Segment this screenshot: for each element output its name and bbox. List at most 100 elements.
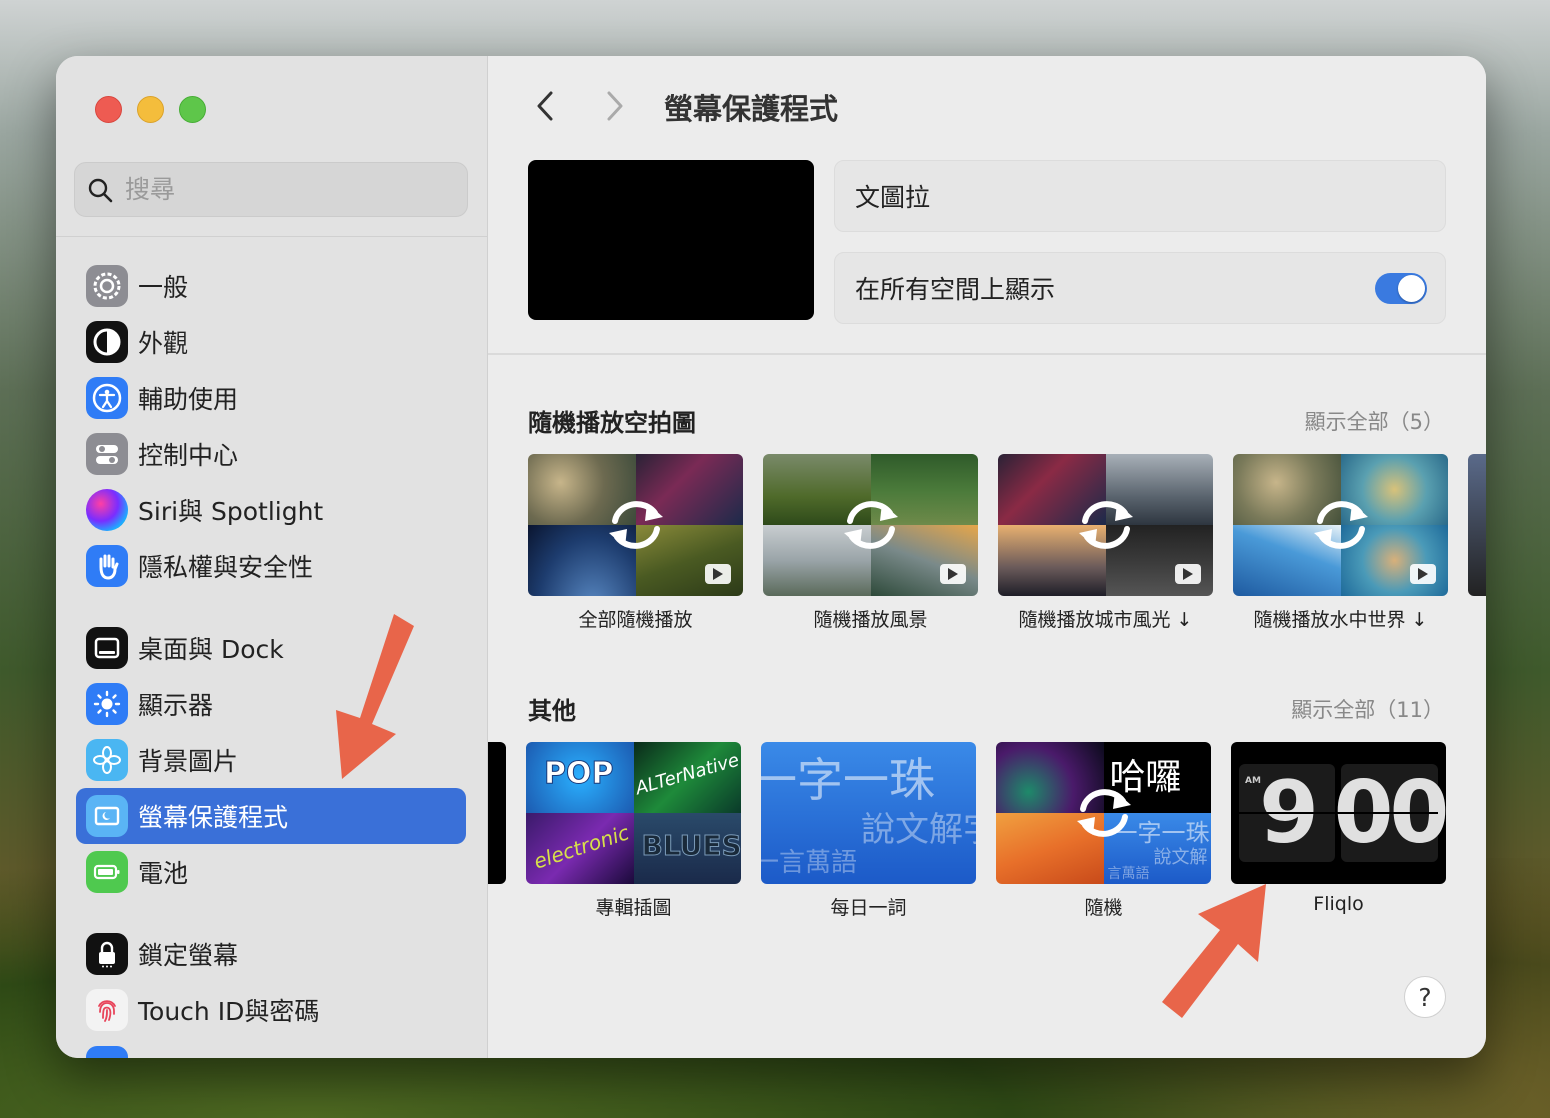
play-icon [1175,564,1201,584]
show-all-aerials-link[interactable]: 顯示全部（5） [1305,406,1444,436]
sidebar-item-label: 控制中心 [138,441,239,470]
sidebar-item-label: 隱私權與安全性 [138,553,314,582]
display-brightness-icon [86,683,128,725]
show-all-spaces-toggle[interactable] [1375,273,1427,304]
zoom-button[interactable] [179,96,206,123]
sidebar-item-label: 一般 [138,273,189,302]
main-divider [488,353,1486,355]
word-of-day-sub: 說文解字 [861,810,976,850]
aerial-shuffle-landscape-label: 隨機播放風景 [813,609,928,631]
other-prev-thumbnail-partial[interactable] [488,742,506,884]
selected-screensaver-name: 文圖拉 [855,183,931,212]
album-artwork-thumbnail[interactable]: POP ALTerNative electronic BLUES [526,742,741,884]
sidebar-item-label: Siri與 Spotlight [138,497,324,526]
sidebar-item-privacy-security[interactable]: 隱私權與安全性 [76,538,466,594]
lock-icon [86,933,128,975]
show-all-other-link[interactable]: 顯示全部（11） [1291,694,1444,724]
random-word-sub2: 言萬語 [1107,866,1150,882]
wallpaper-flower-icon [86,739,128,781]
accessibility-icon [86,377,128,419]
aerial-next-thumbnail-partial[interactable] [1468,454,1486,596]
word-of-day-sub2: 一言萬語 [761,848,858,878]
screensaver-preview [528,160,814,320]
sidebar-item-label: 輔助使用 [138,385,239,414]
search-input[interactable] [123,174,427,205]
sidebar-item-label: 鎖定螢幕 [138,941,239,970]
fliqlo-ampm: AM [1245,776,1261,786]
play-icon [940,564,966,584]
section-title-aerials: 隨機播放空拍圖 [528,409,696,437]
album-pop-text: POP [543,756,614,792]
random-word-sub: 說文解 [1153,847,1208,868]
forward-button[interactable] [600,86,630,126]
sidebar-item-label: 外觀 [138,329,189,358]
fingerprint-icon [86,989,128,1031]
system-settings-window: 一般 外觀 輔助使用 控制中心 Siri與 Spotlight [56,56,1486,1058]
word-of-the-day-thumbnail[interactable]: 一字一珠 說文解字 一言萬語 [761,742,976,884]
random-thumbnail[interactable]: 哈囉 一字一珠 說文解 言萬語 [996,742,1211,884]
play-icon [705,564,731,584]
appearance-icon [86,321,128,363]
sidebar-item-touch-id-password[interactable]: Touch ID與密碼 [76,982,466,1038]
shuffle-icon [1076,789,1131,837]
word-of-the-day-label: 每日一詞 [830,897,907,919]
shuffle-icon [843,501,898,549]
sidebar-item-siri-spotlight[interactable]: Siri與 Spotlight [76,482,466,538]
album-artwork-label: 專輯插圖 [595,897,672,919]
sidebar: 一般 外觀 輔助使用 控制中心 Siri與 Spotlight [56,56,488,1058]
chevron-left-icon [537,91,553,121]
siri-icon [86,489,128,531]
aerial-shuffle-all-thumbnail[interactable] [528,454,743,596]
show-all-spaces-label: 在所有空間上顯示 [855,275,1056,304]
sidebar-item-accessibility[interactable]: 輔助使用 [76,370,466,426]
sidebar-item-partial-icon [86,1046,128,1058]
sidebar-item-control-center[interactable]: 控制中心 [76,426,466,482]
privacy-hand-icon [86,545,128,587]
screensaver-icon [86,795,128,837]
aerial-shuffle-landscape-thumbnail[interactable] [763,454,978,596]
shuffle-icon [1078,501,1133,549]
annotation-arrow-icon [1162,884,1266,1018]
sidebar-item-lock-screen[interactable]: 鎖定螢幕 [76,926,466,982]
shuffle-icon [1313,501,1368,549]
word-of-day-main: 一字一珠 [761,753,935,807]
minimize-button[interactable] [137,96,164,123]
fliqlo-thumbnail[interactable]: 9 AM 00 [1231,742,1446,884]
fliqlo-flip-line [1239,812,1438,814]
sidebar-item-label: 背景圖片 [138,747,239,776]
album-blues-text: BLUES [641,829,741,863]
aerial-shuffle-all-label: 全部隨機播放 [578,609,693,631]
close-button[interactable] [95,96,122,123]
sidebar-item-label: 螢幕保護程式 [138,803,289,832]
annotation-arrow-icon [336,614,414,779]
play-icon [1410,564,1436,584]
sidebar-item-appearance[interactable]: 外觀 [76,314,466,370]
sidebar-item-battery[interactable]: 電池 [76,844,466,900]
aerial-shuffle-underwater-thumbnail[interactable] [1233,454,1448,596]
help-button[interactable]: ? [1404,976,1446,1018]
control-center-icon [86,433,128,475]
gear-icon [86,265,128,307]
sidebar-item-label: 桌面與 Dock [138,635,284,664]
window-controls [95,96,206,123]
page-title: 螢幕保護程式 [664,92,839,126]
sidebar-item-screen-saver[interactable]: 螢幕保護程式 [76,788,466,844]
chevron-right-icon [607,91,623,121]
search-icon [88,178,113,202]
sidebar-item-label: Touch ID與密碼 [138,997,320,1026]
sidebar-item-general[interactable]: 一般 [76,258,466,314]
sidebar-item-label: 電池 [138,859,189,888]
aerial-shuffle-cityscape-thumbnail[interactable] [998,454,1213,596]
aerial-shuffle-underwater-label: 隨機播放水中世界 ↓ [1253,609,1428,631]
section-title-other: 其他 [528,697,576,725]
main-content: 螢幕保護程式 文圖拉 在所有空間上顯示 隨機播放空拍圖 顯示全部（5） 全部隨機… [488,56,1486,1058]
sidebar-divider [56,236,487,237]
selected-screensaver-field[interactable]: 文圖拉 [834,160,1446,232]
search-field[interactable] [74,162,468,217]
back-button[interactable] [530,86,560,126]
album-alternative-text: ALTerNative [632,749,741,800]
album-electronic-text: electronic [530,820,632,874]
sidebar-item-label: 顯示器 [138,691,214,720]
shuffle-icon [608,501,663,549]
aerial-shuffle-cityscape-label: 隨機播放城市風光 ↓ [1018,609,1193,631]
